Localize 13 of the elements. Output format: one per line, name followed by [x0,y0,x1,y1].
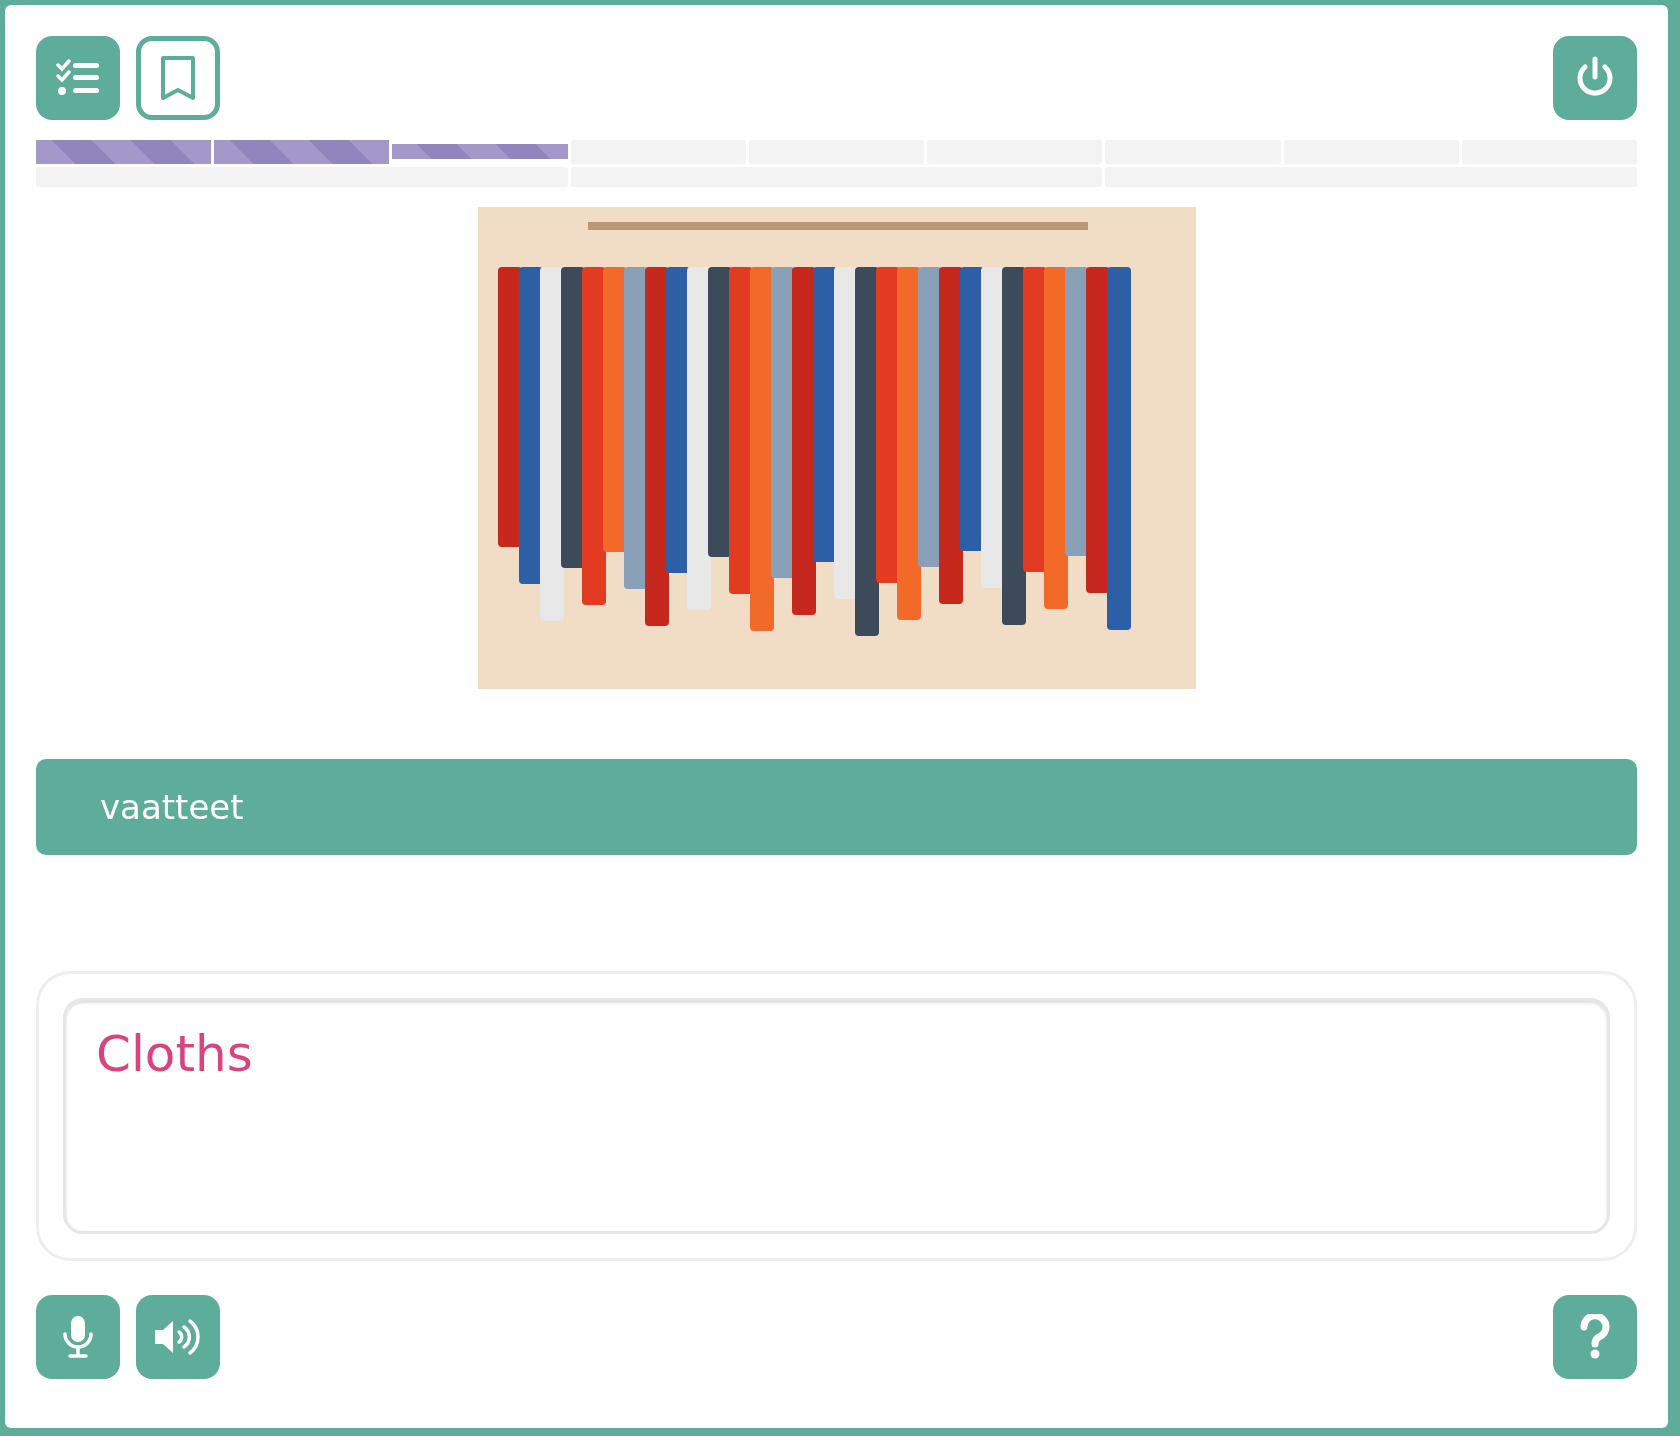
microphone-button[interactable] [36,1295,120,1379]
answer-field[interactable]: Cloths [63,998,1610,1234]
help-button[interactable] [1553,1295,1637,1379]
task-list-button[interactable] [36,36,120,120]
speaker-button[interactable] [136,1295,220,1379]
prompt-word: vaatteet [100,787,244,827]
bookmark-icon [160,55,196,101]
speaker-icon [153,1316,203,1358]
power-button[interactable] [1553,36,1637,120]
question-mark-icon [1579,1314,1611,1360]
bookmark-button[interactable] [136,36,220,120]
checklist-icon [56,59,100,97]
microphone-icon [61,1314,95,1360]
